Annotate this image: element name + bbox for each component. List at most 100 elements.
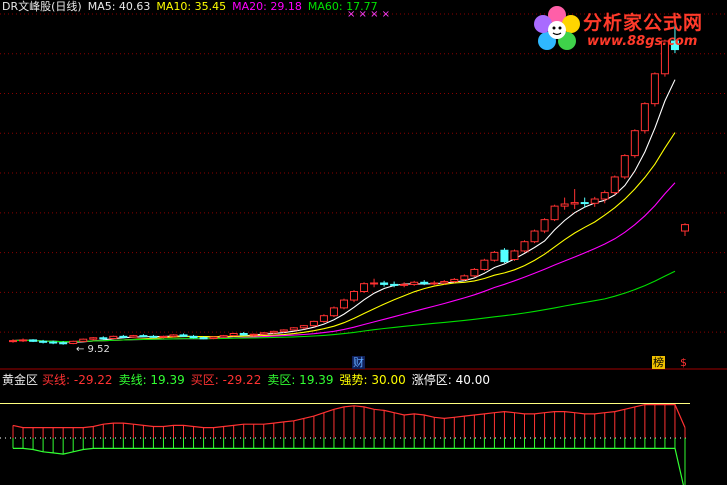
candle-body <box>400 283 409 286</box>
candle-body <box>500 249 509 263</box>
candle-body <box>209 336 218 339</box>
candle-body <box>510 250 519 260</box>
candle <box>109 335 118 340</box>
candle <box>570 189 579 209</box>
candle <box>9 339 18 343</box>
candle-body <box>59 342 68 345</box>
candle-body <box>119 335 128 338</box>
candle <box>530 229 539 244</box>
candle-body <box>680 224 689 232</box>
dollar-marker[interactable]: $ <box>680 356 687 369</box>
candle-body <box>360 283 369 293</box>
strong-label: 强势: 30.00 <box>339 373 406 387</box>
indicator-header: 黄金区 买线: -29.22 卖线: 19.39 买区: -29.22 卖区: 19.3… <box>2 373 496 387</box>
x-marks: × × × × <box>347 9 391 20</box>
candle-body <box>450 278 459 283</box>
candle <box>500 248 509 264</box>
candle-body <box>460 275 469 280</box>
candle <box>620 154 629 180</box>
candle <box>139 334 148 338</box>
candle-body <box>179 334 188 337</box>
candle <box>360 282 369 293</box>
buy-line-label: 买线: -29.22 <box>42 373 113 387</box>
candle <box>229 332 238 337</box>
price-panel-header: DR文峰股(日线) MA5: 40.63 MA10: 35.45 MA20: 29.1… <box>2 0 384 13</box>
candle-body <box>329 307 338 317</box>
candlestick-series <box>9 17 689 345</box>
candle <box>289 327 298 331</box>
candle <box>520 240 529 253</box>
candle-body <box>189 335 198 339</box>
candle <box>19 338 28 343</box>
candle-body <box>339 299 348 309</box>
candle <box>540 218 549 234</box>
candle-body <box>89 337 98 340</box>
candle <box>640 102 649 134</box>
buy-zone-label: 买区: -29.22 <box>190 373 262 387</box>
candle <box>189 334 198 339</box>
candle-body <box>199 337 208 340</box>
candle-body <box>590 198 599 204</box>
limit-zone-label: 涨停区: 40.00 <box>411 373 490 387</box>
candle <box>400 282 409 288</box>
candle-body <box>630 130 639 157</box>
candle-body <box>279 329 288 332</box>
candle-body <box>620 155 629 178</box>
sell-line-label: 卖线: 19.39 <box>118 373 185 387</box>
candle-body <box>420 281 429 285</box>
candle <box>239 332 248 336</box>
candle-body <box>390 283 399 286</box>
sell-line <box>13 447 684 485</box>
ma10-label: MA10: 35.45 <box>156 0 227 13</box>
indicator-name: 黄金区 <box>2 373 39 387</box>
candle-body <box>79 338 88 342</box>
candle-body <box>550 205 559 221</box>
candle-body <box>350 291 359 301</box>
candle <box>79 338 88 343</box>
candle <box>490 250 499 262</box>
candle <box>29 339 38 343</box>
candle <box>149 334 158 338</box>
chart-canvas <box>0 13 727 485</box>
candle-body <box>9 340 18 343</box>
ma20-label: MA20: 29.18 <box>232 0 302 13</box>
candle-body <box>490 251 499 261</box>
candle-body <box>149 335 158 338</box>
ranking-marker[interactable]: 榜 <box>652 356 665 369</box>
candle-body <box>159 335 168 338</box>
candle-body <box>49 341 58 344</box>
ma10-line <box>12 132 676 343</box>
candle <box>179 333 188 338</box>
candle-body <box>239 332 248 336</box>
candle-body <box>289 327 298 331</box>
stock-title: DR文峰股(日线) <box>2 0 82 13</box>
logo-url: www.88gs.com <box>587 34 698 49</box>
candle <box>219 334 228 338</box>
candle-body <box>29 339 38 342</box>
candle-body <box>229 332 238 337</box>
candle <box>370 278 379 288</box>
candle-body <box>580 202 589 205</box>
candle-body <box>600 192 609 200</box>
candle-body <box>109 335 118 339</box>
candle <box>339 298 348 310</box>
candle-body <box>440 281 449 284</box>
flower-icon <box>534 6 580 50</box>
candle <box>510 249 519 261</box>
candle <box>129 334 138 338</box>
candle-body <box>370 282 379 285</box>
candle <box>259 332 268 335</box>
finance-marker[interactable]: 财 <box>352 356 365 369</box>
sell-zone-label: 卖区: 19.39 <box>267 373 334 387</box>
ma5-label: MA5: 40.63 <box>87 0 151 13</box>
candle <box>470 268 479 278</box>
candle-body <box>169 334 178 337</box>
candle-body <box>39 340 48 343</box>
candle <box>319 314 328 323</box>
candle-body <box>430 282 439 285</box>
candle-body <box>299 325 308 329</box>
candle-body <box>269 330 278 334</box>
candle <box>560 197 569 210</box>
candle <box>610 175 619 195</box>
candle <box>209 336 218 340</box>
